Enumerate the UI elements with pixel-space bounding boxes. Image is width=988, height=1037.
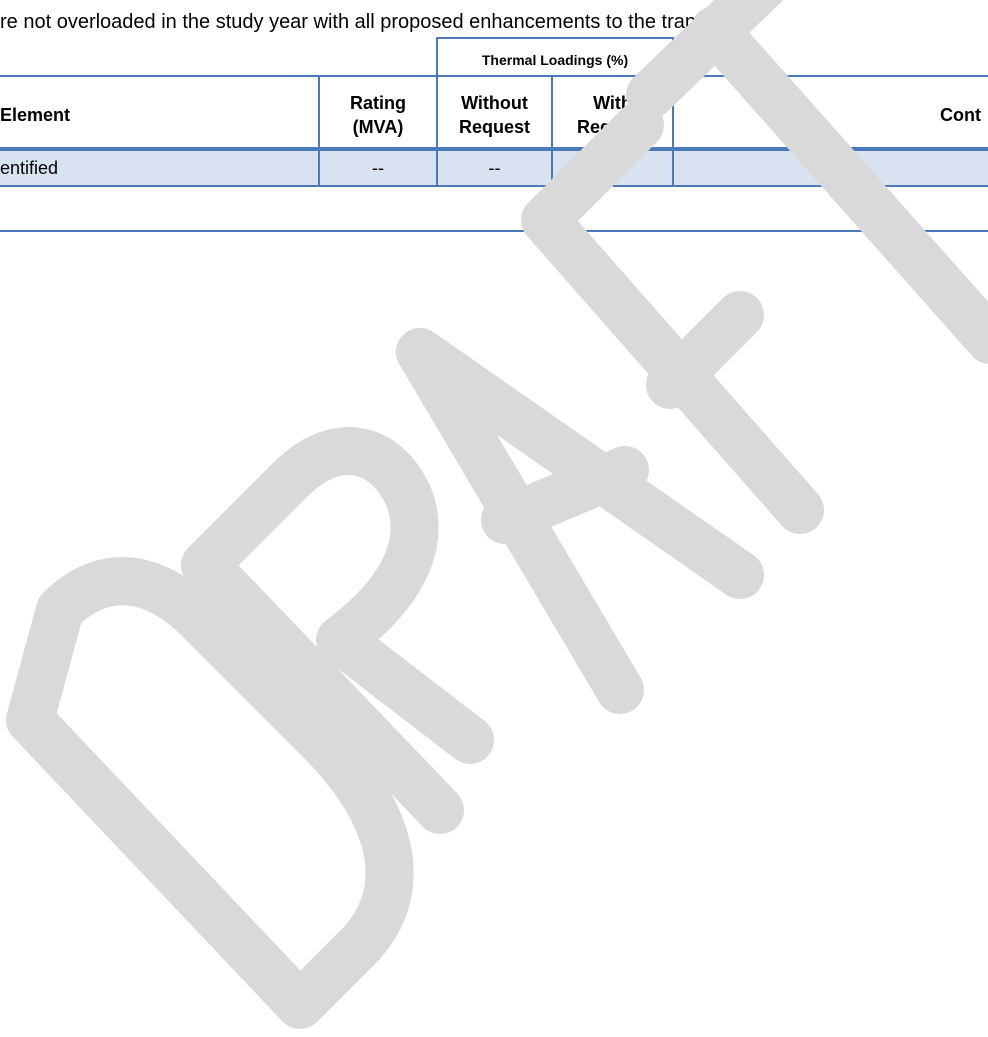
table-row: entified -- -- -- (0, 151, 988, 185)
row-with-cell: -- (606, 158, 619, 178)
thermal-loadings-header: Thermal Loadings (%) (481, 52, 629, 68)
header-rating-line2: (MVA) (352, 117, 404, 137)
table-bottom-rule (0, 230, 988, 232)
row-element-cell: entified (0, 158, 59, 178)
header-element: Element (0, 105, 71, 125)
group-header-top-rule (436, 37, 674, 39)
header-with-line1: With (593, 93, 632, 113)
watermark-letter-a (396, 328, 764, 714)
watermark-letter-d (6, 557, 414, 1029)
row-divider-1 (318, 151, 320, 186)
row-without-cell: -- (488, 158, 501, 178)
header-top-rule (0, 75, 988, 77)
header-contingency: Cont (940, 105, 981, 125)
header-without-line2: Request (458, 117, 530, 137)
row-divider-3 (551, 151, 553, 186)
header-without-line1: Without (461, 93, 528, 113)
intro-paragraph: re not overloaded in the study year with… (0, 11, 738, 33)
row-rating-cell: -- (372, 158, 384, 178)
row-divider-4 (672, 151, 674, 186)
header-with-line2: Request (576, 117, 648, 137)
header-rating-line1: Rating (350, 93, 406, 113)
row-bottom-rule (0, 185, 988, 187)
row-divider-2 (436, 151, 438, 186)
watermark-letter-r (181, 427, 494, 834)
